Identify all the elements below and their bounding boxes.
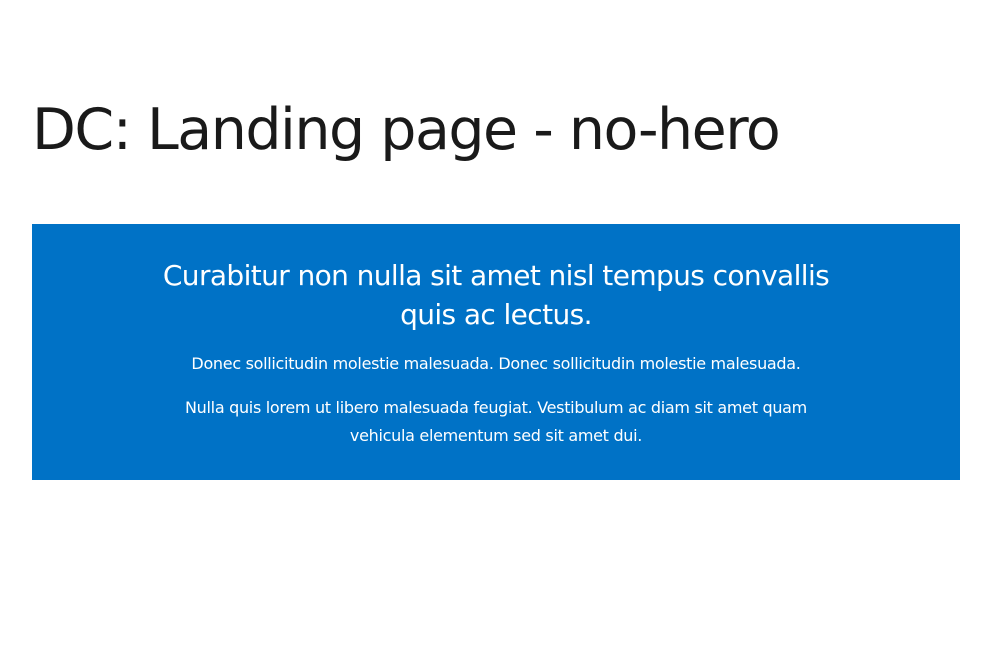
banner-paragraph-1: Donec sollicitudin molestie malesuada. D…: [191, 354, 801, 373]
banner-content: Curabitur non nulla sit amet nisl tempus…: [151, 224, 841, 450]
page-title: DC: Landing page - no-hero: [32, 97, 781, 163]
banner-paragraph-2: Nulla quis lorem ut libero malesuada feu…: [185, 398, 807, 445]
content-banner: Curabitur non nulla sit amet nisl tempus…: [32, 224, 960, 480]
banner-heading: Curabitur non nulla sit amet nisl tempus…: [162, 259, 830, 331]
